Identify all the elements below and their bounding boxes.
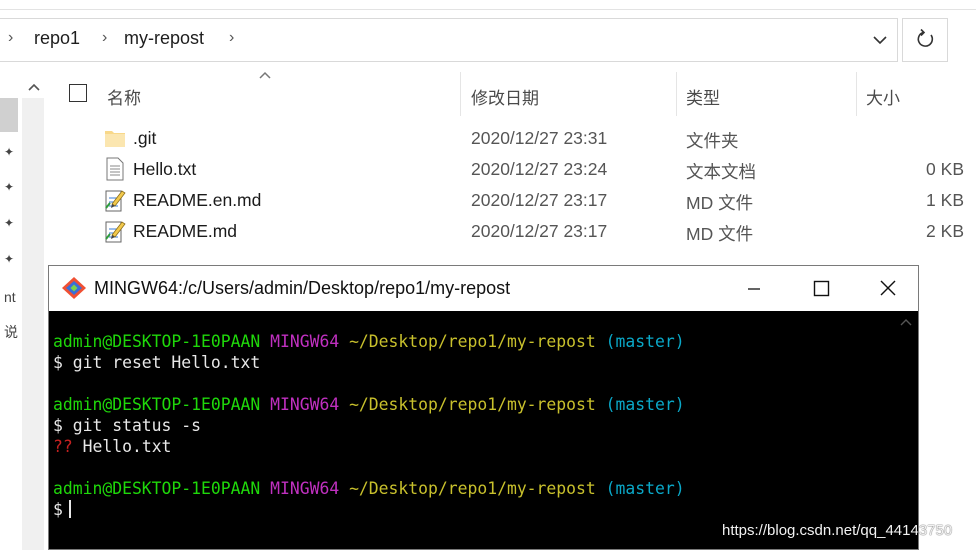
file-modified: 2020/12/27 23:17 <box>471 221 608 241</box>
terminal-title-bar[interactable]: MINGW64:/c/Users/admin/Desktop/repo1/my-… <box>49 266 918 311</box>
text-cursor <box>68 500 71 518</box>
column-header-type[interactable]: 类型 <box>686 84 720 109</box>
file-name[interactable]: .git <box>133 128 156 149</box>
prompt-branch: (master) <box>605 395 685 414</box>
nav-item-fragment[interactable]: 说 <box>4 322 18 342</box>
file-type: MD 文件 <box>686 224 754 244</box>
command-line: $ git reset Hello.txt <box>53 353 261 372</box>
prompt-line: admin@DESKTOP-1E0PAAN MINGW64 ~/Desktop/… <box>53 394 685 415</box>
breadcrumb-separator[interactable]: › <box>229 29 234 47</box>
prompt-branch: (master) <box>605 479 685 498</box>
untracked-file: Hello.txt <box>72 437 172 456</box>
sort-ascending-icon <box>259 71 271 79</box>
file-type: 文件夹 <box>686 131 739 151</box>
window-top-edge <box>0 0 976 10</box>
file-size: 1 KB <box>926 190 964 210</box>
minimize-icon[interactable] <box>731 266 777 311</box>
terminal-output[interactable]: admin@DESKTOP-1E0PAAN MINGW64 ~/Desktop/… <box>49 311 893 549</box>
prompt-env: MINGW64 <box>270 395 340 414</box>
prompt-path: ~/Desktop/repo1/my-repost <box>349 332 596 351</box>
terminal-window[interactable]: MINGW64:/c/Users/admin/Desktop/repo1/my-… <box>48 265 919 550</box>
prompt-env: MINGW64 <box>270 332 340 351</box>
refresh-icon <box>917 28 934 47</box>
pin-icon: ✦ <box>4 252 15 266</box>
file-name[interactable]: README.md <box>133 221 237 242</box>
file-size: 0 KB <box>926 159 964 179</box>
untracked-marker: ?? <box>53 437 73 456</box>
address-history-chevron-down-icon[interactable] <box>870 30 890 50</box>
file-modified: 2020/12/27 23:17 <box>471 190 608 210</box>
file-row[interactable]: .git 2020/12/27 23:31 文件夹 <box>0 124 976 154</box>
breadcrumb-root-chevron[interactable]: › <box>8 29 13 47</box>
close-icon[interactable] <box>865 266 911 311</box>
file-name[interactable]: README.en.md <box>133 190 261 211</box>
prompt-user: admin@DESKTOP-1E0PAAN <box>53 479 261 498</box>
breadcrumb-item-repo1[interactable]: repo1 <box>34 28 80 49</box>
prompt-env: MINGW64 <box>270 479 340 498</box>
column-divider[interactable] <box>856 72 857 116</box>
breadcrumb-item-my-repost[interactable]: my-repost <box>124 28 204 49</box>
file-type: 文本文档 <box>686 162 756 182</box>
watermark: https://blog.csdn.net/qq_44143750 <box>722 522 953 539</box>
file-modified: 2020/12/27 23:31 <box>471 128 608 148</box>
terminal-scrollbar[interactable] <box>893 311 918 549</box>
file-row[interactable]: Hello.txt 2020/12/27 23:24 文本文档 0 KB <box>0 155 976 185</box>
column-header-size[interactable]: 大小 <box>866 84 900 109</box>
text-file-icon <box>106 157 124 181</box>
input-prompt: $ <box>53 500 63 519</box>
prompt-path: ~/Desktop/repo1/my-repost <box>349 479 596 498</box>
prompt-path: ~/Desktop/repo1/my-repost <box>349 395 596 414</box>
prompt-line: admin@DESKTOP-1E0PAAN MINGW64 ~/Desktop/… <box>53 478 685 499</box>
nav-scroll-up-icon[interactable] <box>24 77 44 97</box>
scroll-up-icon[interactable] <box>899 317 913 327</box>
maximize-icon[interactable] <box>798 266 844 311</box>
prompt-line: admin@DESKTOP-1E0PAAN MINGW64 ~/Desktop/… <box>53 331 685 352</box>
breadcrumb-separator[interactable]: › <box>102 29 107 47</box>
file-name[interactable]: Hello.txt <box>133 159 196 180</box>
input-line[interactable]: $ <box>53 499 71 520</box>
terminal-title: MINGW64:/c/Users/admin/Desktop/repo1/my-… <box>94 278 511 298</box>
folder-icon <box>105 131 125 147</box>
prompt-user: admin@DESKTOP-1E0PAAN <box>53 395 261 414</box>
prompt-branch: (master) <box>605 332 685 351</box>
prompt-user: admin@DESKTOP-1E0PAAN <box>53 332 261 351</box>
select-all-checkbox[interactable] <box>69 84 87 102</box>
column-divider[interactable] <box>676 72 677 116</box>
column-header-modified[interactable]: 修改日期 <box>471 84 539 109</box>
nav-item-fragment[interactable]: nt <box>4 289 16 305</box>
file-row[interactable]: README.md 2020/12/27 23:17 MD 文件 2 KB <box>0 217 976 247</box>
git-bash-logo-icon <box>62 277 86 299</box>
markdown-file-icon <box>105 190 126 212</box>
file-row[interactable]: README.en.md 2020/12/27 23:17 MD 文件 1 KB <box>0 186 976 216</box>
column-divider[interactable] <box>460 72 461 116</box>
file-type: MD 文件 <box>686 193 754 213</box>
markdown-file-icon <box>105 221 126 243</box>
file-modified: 2020/12/27 23:24 <box>471 159 608 179</box>
command-line: $ git status -s <box>53 416 202 435</box>
column-header-name[interactable]: 名称 <box>107 84 141 109</box>
file-size: 2 KB <box>926 221 964 241</box>
status-output-line: ?? Hello.txt <box>53 436 171 457</box>
